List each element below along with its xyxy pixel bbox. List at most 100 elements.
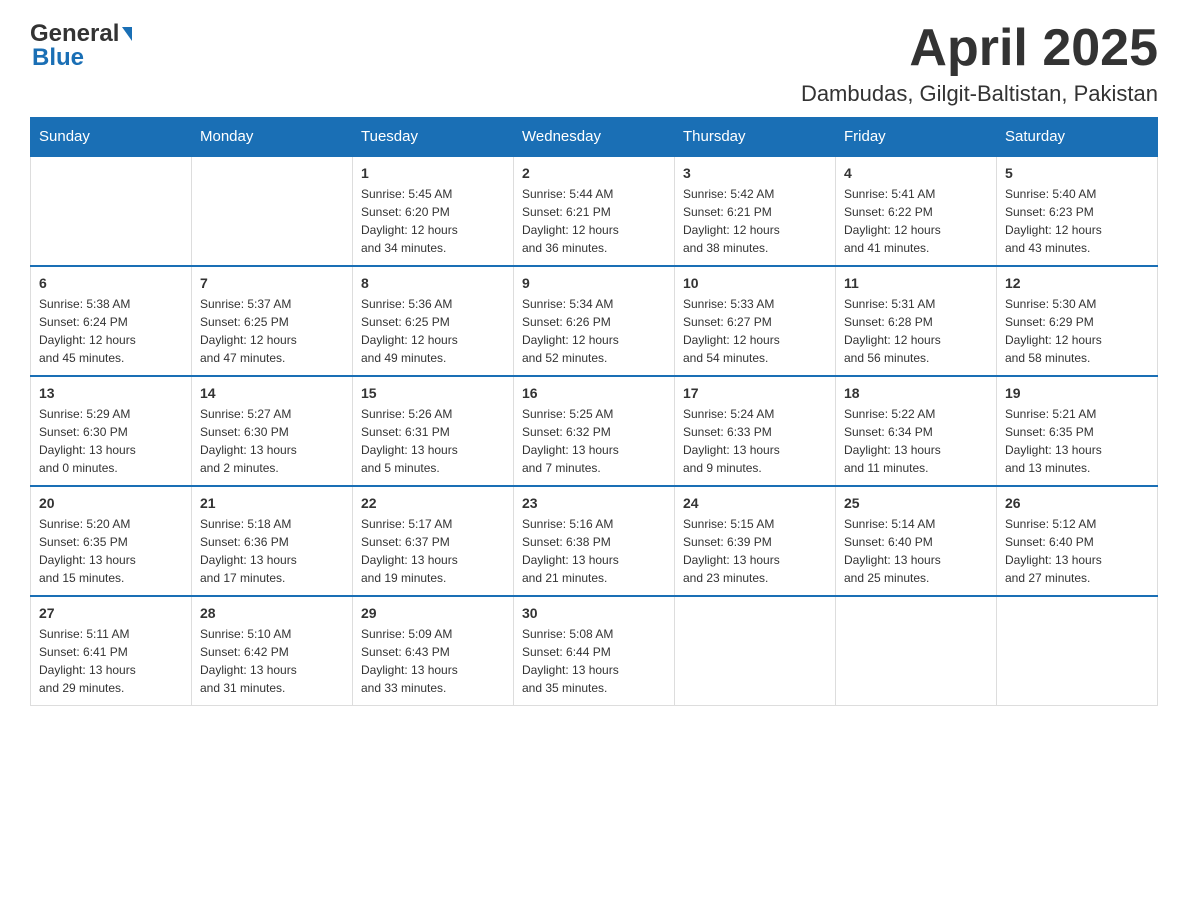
calendar-cell: 21Sunrise: 5:18 AM Sunset: 6:36 PM Dayli… — [192, 486, 353, 596]
day-number: 15 — [361, 385, 505, 401]
calendar-cell: 1 Sunrise: 5:45 AM Sunset: 6:20 PM Daylig… — [353, 156, 514, 266]
month-title: April 2025 — [801, 20, 1158, 77]
day-number: 9 — [522, 275, 666, 291]
day-number: 17 — [683, 385, 827, 401]
day-number: 12 — [1005, 275, 1149, 291]
calendar-week-row: 20 Sunrise: 5:20 AM Sunset: 6:35 PM Dayli… — [31, 486, 1158, 596]
weekday-header-sunday: Sunday — [31, 118, 192, 157]
calendar-cell: 26 Sunrise: 5:12 AM Sunset: 6:40 PM Dayli… — [997, 486, 1158, 596]
day-info: Sunrise: 5:38 AM Sunset: 6:24 PM Dayligh… — [39, 295, 183, 367]
day-number: 4 — [844, 165, 988, 181]
day-info: Sunrise: 5:24 AM Sunset: 6:33 PM Dayligh… — [683, 405, 827, 477]
calendar-cell: 17 Sunrise: 5:24 AM Sunset: 6:33 PM Dayli… — [675, 376, 836, 486]
day-info: Sunrise: 5:34 AM Sunset: 6:26 PM Dayligh… — [522, 295, 666, 367]
day-info: Sunrise: 5:33 AM Sunset: 6:27 PM Dayligh… — [683, 295, 827, 367]
day-number: 23 — [522, 495, 666, 511]
day-info: Sunrise: 5:36 AM Sunset: 6:25 PM Dayligh… — [361, 295, 505, 367]
day-number: 13 — [39, 385, 183, 401]
weekday-header-tuesday: Tuesday — [353, 118, 514, 157]
day-number: 19 — [1005, 385, 1149, 401]
calendar-cell: 10 Sunrise: 5:33 AM Sunset: 6:27 PM Dayli… — [675, 266, 836, 376]
day-info: Sunrise: 5:16 AM Sunset: 6:38 PM Dayligh… — [522, 515, 666, 587]
calendar-cell: 29 Sunrise: 5:09 AM Sunset: 6:43 PM Dayli… — [353, 596, 514, 706]
weekday-header-monday: Monday — [192, 118, 353, 157]
day-info: Sunrise: 5:11 AM Sunset: 6:41 PM Dayligh… — [39, 625, 183, 697]
calendar-cell: 16 Sunrise: 5:25 AM Sunset: 6:32 PM Dayli… — [514, 376, 675, 486]
day-number: 30 — [522, 605, 666, 621]
calendar-cell — [997, 596, 1158, 706]
calendar-cell — [31, 156, 192, 266]
day-number: 14 — [200, 385, 344, 401]
day-number: 27 — [39, 605, 183, 621]
weekday-header-wednesday: Wednesday — [514, 118, 675, 157]
calendar-cell: 30 Sunrise: 5:08 AM Sunset: 6:44 PM Dayli… — [514, 596, 675, 706]
day-number: 1 — [361, 165, 505, 181]
day-info: Sunrise: 5:18 AM Sunset: 6:36 PM Dayligh… — [200, 515, 344, 587]
day-info: Sunrise: 5:29 AM Sunset: 6:30 PM Dayligh… — [39, 405, 183, 477]
calendar-cell: 23 Sunrise: 5:16 AM Sunset: 6:38 PM Dayli… — [514, 486, 675, 596]
day-number: 28 — [200, 605, 344, 621]
day-info: Sunrise: 5:27 AM Sunset: 6:30 PM Dayligh… — [200, 405, 344, 477]
day-number: 20 — [39, 495, 183, 511]
calendar-cell — [675, 596, 836, 706]
calendar-cell: 18Sunrise: 5:22 AM Sunset: 6:34 PM Dayli… — [836, 376, 997, 486]
day-number: 11 — [844, 275, 988, 291]
day-info: Sunrise: 5:25 AM Sunset: 6:32 PM Dayligh… — [522, 405, 666, 477]
day-info: Sunrise: 5:30 AM Sunset: 6:29 PM Dayligh… — [1005, 295, 1149, 367]
day-info: Sunrise: 5:40 AM Sunset: 6:23 PM Dayligh… — [1005, 185, 1149, 257]
day-number: 10 — [683, 275, 827, 291]
day-info: Sunrise: 5:14 AM Sunset: 6:40 PM Dayligh… — [844, 515, 988, 587]
calendar-cell: 11 Sunrise: 5:31 AM Sunset: 6:28 PM Dayli… — [836, 266, 997, 376]
calendar-cell: 19 Sunrise: 5:21 AM Sunset: 6:35 PM Dayli… — [997, 376, 1158, 486]
day-info: Sunrise: 5:37 AM Sunset: 6:25 PM Dayligh… — [200, 295, 344, 367]
day-info: Sunrise: 5:45 AM Sunset: 6:20 PM Dayligh… — [361, 185, 505, 257]
calendar-table: SundayMondayTuesdayWednesdayThursdayFrid… — [30, 117, 1158, 706]
day-info: Sunrise: 5:10 AM Sunset: 6:42 PM Dayligh… — [200, 625, 344, 697]
calendar-cell: 7 Sunrise: 5:37 AM Sunset: 6:25 PM Daylig… — [192, 266, 353, 376]
calendar-cell: 2 Sunrise: 5:44 AM Sunset: 6:21 PM Daylig… — [514, 156, 675, 266]
calendar-cell — [192, 156, 353, 266]
day-info: Sunrise: 5:09 AM Sunset: 6:43 PM Dayligh… — [361, 625, 505, 697]
day-number: 25 — [844, 495, 988, 511]
day-info: Sunrise: 5:31 AM Sunset: 6:28 PM Dayligh… — [844, 295, 988, 367]
calendar-cell: 4 Sunrise: 5:41 AM Sunset: 6:22 PM Daylig… — [836, 156, 997, 266]
day-info: Sunrise: 5:21 AM Sunset: 6:35 PM Dayligh… — [1005, 405, 1149, 477]
calendar-cell: 25 Sunrise: 5:14 AM Sunset: 6:40 PM Dayli… — [836, 486, 997, 596]
weekday-header-saturday: Saturday — [997, 118, 1158, 157]
day-number: 26 — [1005, 495, 1149, 511]
day-number: 3 — [683, 165, 827, 181]
day-number: 2 — [522, 165, 666, 181]
calendar-cell: 20 Sunrise: 5:20 AM Sunset: 6:35 PM Dayli… — [31, 486, 192, 596]
logo-triangle-icon — [122, 27, 132, 41]
calendar-cell: 9 Sunrise: 5:34 AM Sunset: 6:26 PM Daylig… — [514, 266, 675, 376]
calendar-body: 1 Sunrise: 5:45 AM Sunset: 6:20 PM Daylig… — [31, 156, 1158, 706]
calendar-cell: 22Sunrise: 5:17 AM Sunset: 6:37 PM Dayli… — [353, 486, 514, 596]
calendar-cell — [836, 596, 997, 706]
calendar-cell: 12 Sunrise: 5:30 AM Sunset: 6:29 PM Dayli… — [997, 266, 1158, 376]
calendar-cell: 15 Sunrise: 5:26 AM Sunset: 6:31 PM Dayli… — [353, 376, 514, 486]
page-header: General Blue April 2025 Dambudas, Gilgit… — [30, 20, 1158, 107]
day-number: 16 — [522, 385, 666, 401]
calendar-cell: 24Sunrise: 5:15 AM Sunset: 6:39 PM Dayli… — [675, 486, 836, 596]
day-number: 7 — [200, 275, 344, 291]
day-info: Sunrise: 5:12 AM Sunset: 6:40 PM Dayligh… — [1005, 515, 1149, 587]
calendar-week-row: 1 Sunrise: 5:45 AM Sunset: 6:20 PM Daylig… — [31, 156, 1158, 266]
day-info: Sunrise: 5:20 AM Sunset: 6:35 PM Dayligh… — [39, 515, 183, 587]
weekday-header-friday: Friday — [836, 118, 997, 157]
logo: General Blue — [30, 20, 132, 72]
day-info: Sunrise: 5:22 AM Sunset: 6:34 PM Dayligh… — [844, 405, 988, 477]
calendar-header: SundayMondayTuesdayWednesdayThursdayFrid… — [31, 118, 1158, 157]
day-info: Sunrise: 5:44 AM Sunset: 6:21 PM Dayligh… — [522, 185, 666, 257]
day-info: Sunrise: 5:26 AM Sunset: 6:31 PM Dayligh… — [361, 405, 505, 477]
calendar-cell: 5Sunrise: 5:40 AM Sunset: 6:23 PM Daylig… — [997, 156, 1158, 266]
weekday-header-thursday: Thursday — [675, 118, 836, 157]
logo-blue-text: Blue — [32, 44, 84, 72]
calendar-cell: 28 Sunrise: 5:10 AM Sunset: 6:42 PM Dayli… — [192, 596, 353, 706]
day-number: 29 — [361, 605, 505, 621]
day-info: Sunrise: 5:41 AM Sunset: 6:22 PM Dayligh… — [844, 185, 988, 257]
calendar-cell: 6Sunrise: 5:38 AM Sunset: 6:24 PM Daylig… — [31, 266, 192, 376]
calendar-cell: 8Sunrise: 5:36 AM Sunset: 6:25 PM Daylig… — [353, 266, 514, 376]
day-info: Sunrise: 5:08 AM Sunset: 6:44 PM Dayligh… — [522, 625, 666, 697]
location-label: Dambudas, Gilgit-Baltistan, Pakistan — [801, 81, 1158, 107]
day-number: 24 — [683, 495, 827, 511]
